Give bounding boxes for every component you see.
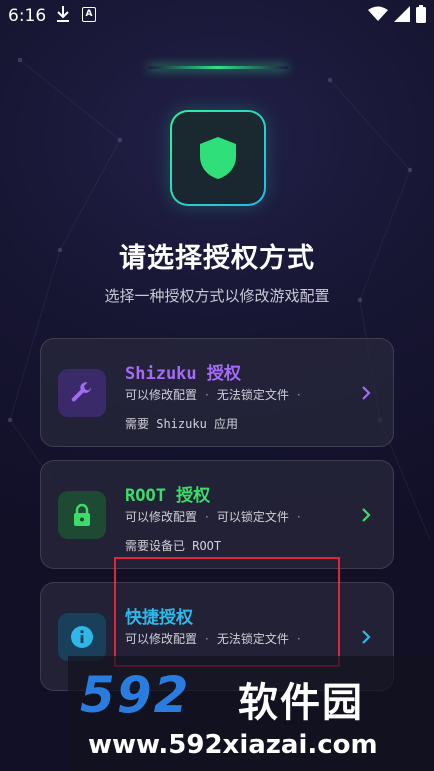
option-requirement: 需要设备已 ROOT xyxy=(125,539,222,553)
feature-lock: 无法锁定文件 xyxy=(216,388,289,402)
watermark-brand: 软件园 xyxy=(238,680,364,726)
status-icons xyxy=(368,5,426,23)
watermark-number: 592 xyxy=(80,666,191,724)
page-title: 请选择授权方式 xyxy=(119,243,315,274)
option-features: 可以修改配置 · 无法锁定文件 · xyxy=(125,388,301,402)
info-icon xyxy=(71,626,93,648)
watermark-url: www.592xiazai.com xyxy=(88,730,378,760)
battery-icon xyxy=(416,5,426,23)
status-time: 6:16 xyxy=(8,6,47,26)
wifi-icon xyxy=(368,6,388,21)
shield-icon xyxy=(200,137,236,179)
option-features: 可以修改配置 · 可以锁定文件 · xyxy=(125,510,301,524)
font-a-icon: A xyxy=(82,7,96,22)
option-icon-box xyxy=(58,369,106,417)
option-title: Shizuku 授权 xyxy=(125,364,241,384)
app-logo xyxy=(170,110,266,206)
feature-modify: 可以修改配置 xyxy=(125,510,198,524)
signal-icon xyxy=(394,6,410,22)
chevron-right-icon xyxy=(362,508,371,522)
status-bar: 6:16 A xyxy=(0,0,434,30)
chevron-right-icon xyxy=(362,386,371,400)
chevron-right-icon xyxy=(362,630,371,644)
lock-icon xyxy=(74,503,90,526)
feature-modify: 可以修改配置 xyxy=(125,388,198,402)
option-icon-box xyxy=(58,613,106,661)
option-card-root[interactable]: ROOT 授权 可以修改配置 · 可以锁定文件 · 需要设备已 ROOT xyxy=(40,460,394,569)
header-glow-line xyxy=(148,66,288,69)
page-subtitle: 选择一种授权方式以修改游戏配置 xyxy=(104,287,330,305)
option-title: ROOT 授权 xyxy=(125,486,211,506)
option-icon-box xyxy=(58,491,106,539)
download-icon xyxy=(57,6,69,22)
highlight-annotation-box xyxy=(114,557,340,667)
option-requirement: 需要 Shizuku 应用 xyxy=(125,417,239,431)
wrench-icon xyxy=(71,382,91,402)
option-card-shizuku[interactable]: Shizuku 授权 可以修改配置 · 无法锁定文件 · 需要 Shizuku 应用 xyxy=(40,338,394,447)
site-watermark: 592 软件园 www.592xiazai.com xyxy=(68,656,434,771)
feature-lock: 可以锁定文件 xyxy=(216,510,289,524)
